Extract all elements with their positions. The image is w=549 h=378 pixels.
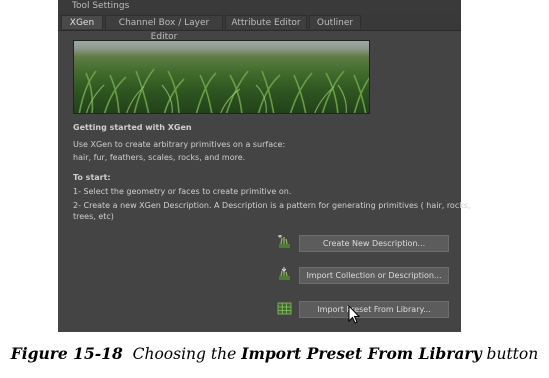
tab-xgen[interactable]: XGen — [61, 15, 103, 29]
preset-library-icon — [277, 301, 292, 316]
tab-channel-box-layer-editor[interactable]: Channel Box / Layer Editor — [105, 15, 223, 42]
caption-text-bold: Import Preset From Library — [241, 344, 482, 363]
import-collection-icon — [277, 267, 292, 282]
intro-line-1: Use XGen to create arbitrary primitives … — [73, 140, 286, 149]
xgen-grass-banner-image — [73, 40, 370, 114]
tool-settings-title: Tool Settings — [72, 1, 130, 11]
create-description-icon — [277, 234, 292, 250]
mouse-cursor-icon — [348, 305, 360, 324]
step-1: 1- Select the geometry or faces to creat… — [73, 187, 292, 196]
create-new-description-button[interactable]: Create New Description... — [299, 235, 449, 252]
xgen-panel: Tool Settings XGen Channel Box / Layer E… — [58, 0, 471, 332]
import-preset-from-library-button[interactable]: Import Preset From Library... — [299, 301, 449, 318]
import-collection-button[interactable]: Import Collection or Description... — [299, 267, 449, 284]
tab-attribute-editor[interactable]: Attribute Editor — [225, 15, 307, 29]
getting-started-heading: Getting started with XGen — [73, 123, 192, 132]
title-strip: Tool Settings — [58, 0, 461, 14]
caption-text-after: button — [486, 345, 539, 363]
caption-figure-label: Figure 15-18 — [10, 344, 123, 363]
figure-caption: Figure 15-18 Choosing the Import Preset … — [0, 344, 549, 363]
step-2-line-1: 2- Create a new XGen Description. A Desc… — [73, 201, 471, 210]
tab-outliner[interactable]: Outliner — [309, 15, 361, 29]
intro-line-2: hair, fur, feathers, scales, rocks, and … — [73, 153, 246, 162]
caption-text-before: Choosing the — [132, 345, 237, 363]
step-2-line-2: trees, etc) — [73, 212, 114, 221]
to-start-heading: To start: — [73, 173, 111, 182]
tab-bar: XGen Channel Box / Layer Editor Attribut… — [58, 14, 461, 42]
grass-illustration — [78, 68, 369, 113]
